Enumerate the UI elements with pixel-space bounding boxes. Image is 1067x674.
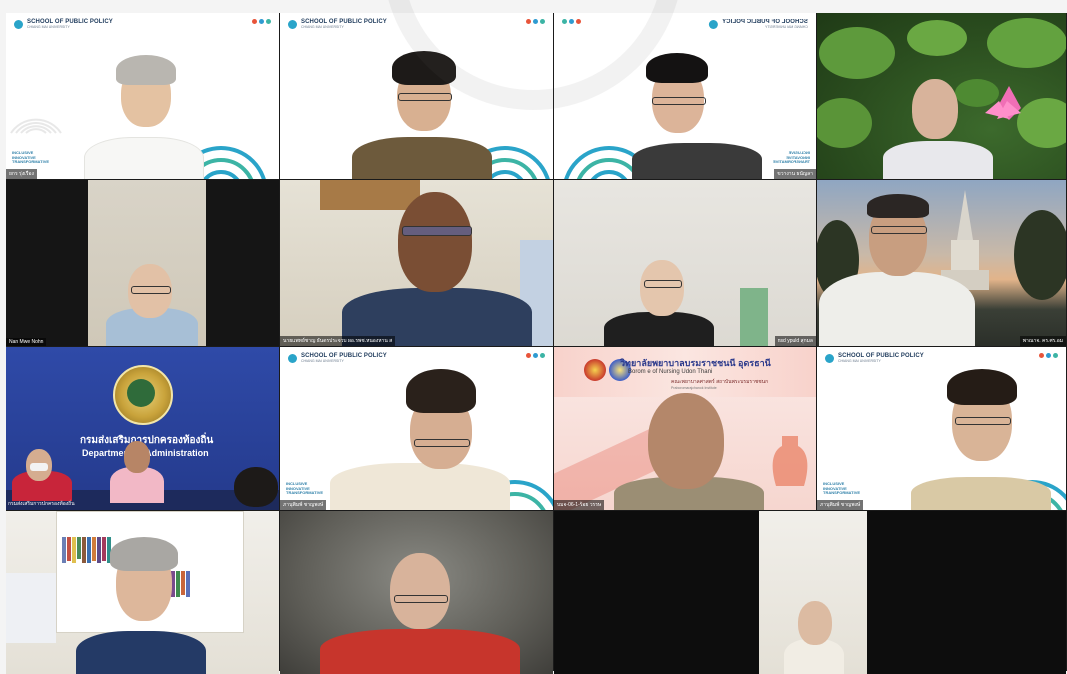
participant-name-label: กรมส่งเสริมการปกครองท้องถิ่น <box>8 501 75 507</box>
participant-tile[interactable]: SCHOOL OF PUBLIC POLICY CHIANG MAI UNIVE… <box>280 347 553 510</box>
brand-dots-icon <box>562 19 581 24</box>
participant-name-label: Nan Mwe Nohn <box>6 338 47 346</box>
spp-logo: SCHOOL OF PUBLIC POLICY CHIANG MAI UNIVE… <box>14 19 113 30</box>
participant-name-label: พาณาจ. คร.ศร.อม <box>1019 336 1066 346</box>
college-name-english: Borom e of Nursing Udon Thani <box>628 369 713 375</box>
participant-tile[interactable] <box>554 511 1066 674</box>
college-seal-icon <box>584 359 606 381</box>
participant-name-label: นายแพทย์ชาญ ธันดรประจวบ ผอ.รพช.หนองหาน ส <box>280 336 396 346</box>
department-emblem-icon <box>113 365 173 425</box>
brand-dots-icon <box>526 19 545 24</box>
spp-subtitle: CHIANG MAI UNIVERSITY <box>765 25 808 29</box>
spp-tagline: INCLUSIVE INNOVATIVE TRANSFORMATIVE <box>286 481 324 496</box>
video-grid: SCHOOL OF PUBLIC POLICY CHIANG MAI UNIVE… <box>6 13 1067 674</box>
spp-tagline: INCLUSIVE INNOVATIVE TRANSFORMATIVE <box>823 481 861 496</box>
participant-tile[interactable]: nsd ypuld สุกมล <box>554 180 816 346</box>
participant-tile[interactable]: กรมส่งเสริมการปกครองท้องถิ่น Department … <box>6 347 279 510</box>
brand-dots-icon <box>526 353 545 358</box>
spp-logo: SCHOOL OF PUBLIC POLICY CHIANG MAI UNIVE… <box>825 353 924 364</box>
spp-logo-mark-icon <box>288 353 297 363</box>
participant-tile[interactable] <box>280 511 553 674</box>
spp-logo-mark-icon <box>709 19 719 29</box>
participant-tile[interactable]: SCHOOL OF PUBLIC POLICY CHIANG MAI UNIVE… <box>817 347 1066 510</box>
participant-tile[interactable] <box>6 511 279 674</box>
spp-logo: SCHOOL OF PUBLIC POLICY CHIANG MAI UNIVE… <box>288 353 387 364</box>
brand-dots-icon <box>1039 353 1058 358</box>
participant-name-label: ขวางาน ธนัญลา <box>774 169 816 179</box>
spp-subtitle: CHIANG MAI UNIVERSITY <box>301 25 344 29</box>
spp-subtitle: CHIANG MAI UNIVERSITY <box>838 359 881 363</box>
participant-tile[interactable]: SCHOOL OF PUBLIC POLICY CHIANG MAI UNIVE… <box>280 13 553 179</box>
books <box>62 537 111 563</box>
participant-tile[interactable]: SCHOOL OF PUBLIC POLICY CHIANG MAI UNIVE… <box>554 13 816 179</box>
spp-logo-mark-icon <box>14 19 23 29</box>
spp-subtitle: CHIANG MAI UNIVERSITY <box>27 25 70 29</box>
college-institute: Praboromarajchanok Institute <box>671 386 717 390</box>
participant-tile[interactable] <box>817 13 1066 179</box>
spp-logo: SCHOOL OF PUBLIC POLICY CHIANG MAI UNIVE… <box>709 19 808 30</box>
spp-tagline: INCLUSIVE INNOVATIVE TRANSFORMATIVE <box>772 150 810 165</box>
participant-name-label: ยกร รุ่งเรือง <box>6 169 37 179</box>
participant-tile[interactable]: วิทยาลัยพยาบาลบรมราชชนนี อุดรธานี Borom … <box>554 347 816 510</box>
spp-subtitle: CHIANG MAI UNIVERSITY <box>301 359 344 363</box>
decor-vase-icon <box>772 436 808 486</box>
college-name-thai: วิทยาลัยพยาบาลบรมราชชนนี อุดรธานี <box>620 358 771 368</box>
spp-tagline: INCLUSIVE INNOVATIVE TRANSFORMATIVE <box>12 150 50 165</box>
fingerprint-watermark-icon <box>10 118 62 134</box>
spp-logo: SCHOOL OF PUBLIC POLICY CHIANG MAI UNIVE… <box>288 19 387 30</box>
spp-logo-mark-icon <box>288 19 297 29</box>
brand-dots-icon <box>252 19 271 24</box>
participant-tile[interactable]: พาณาจ. คร.ศร.อม <box>817 180 1066 346</box>
participant-name-label: ภานุพิมพ์ ชาญพงษ์ <box>280 500 327 510</box>
participant-tile[interactable]: SCHOOL OF PUBLIC POLICY CHIANG MAI UNIVE… <box>6 13 279 179</box>
participant-name-label: บมจ-06-1-ร้อย วรรษ <box>554 500 605 510</box>
participant-tile[interactable]: นายแพทย์ชาญ ธันดรประจวบ ผอ.รพช.หนองหาน ส <box>280 180 553 346</box>
spp-logo-mark-icon <box>825 353 834 363</box>
participant-name-label: ภานุพิมพ์ ชาญพงษ์ <box>817 500 864 510</box>
participant-name-label: nsd ypuld สุกมล <box>774 336 816 346</box>
college-faculty-thai: คณะพยาบาลศาสตร์ สถาบันพระบรมราชชนก <box>671 379 769 385</box>
participant-tile[interactable]: Nan Mwe Nohn <box>6 180 279 346</box>
